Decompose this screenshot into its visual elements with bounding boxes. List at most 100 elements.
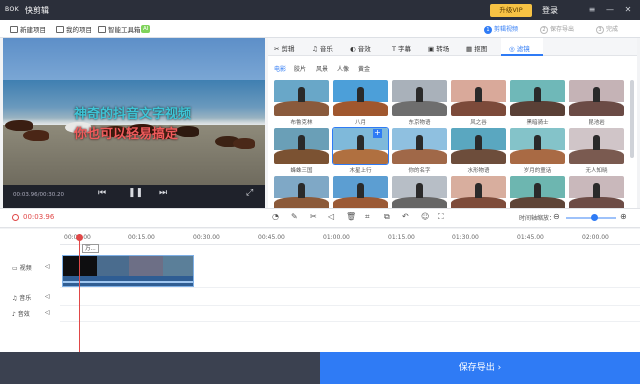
pen-icon[interactable]: ✎ (291, 212, 298, 221)
delete-icon[interactable]: 🗑 (346, 212, 356, 221)
playhead[interactable] (79, 234, 80, 352)
filter-thumbnail[interactable] (274, 80, 329, 116)
lane-divider (60, 305, 640, 306)
ai-crop-icon[interactable]: ⛶ (438, 212, 444, 222)
filter-figure (416, 183, 423, 198)
tab-transition[interactable]: ▣ 转场 (428, 43, 449, 53)
zoom-slider-handle[interactable] (591, 214, 598, 221)
tab-edit[interactable]: ✂ 剪辑 (274, 43, 295, 53)
close-icon[interactable]: ✕ (622, 4, 634, 16)
save-export-button[interactable]: 保存导出 › (320, 352, 640, 384)
copy-icon[interactable]: ⧉ (384, 212, 390, 222)
filter-thumbnail[interactable] (392, 176, 447, 212)
tab-filter[interactable]: ◎ 滤镜 (509, 43, 530, 53)
ruler-tick-label: 00:30.00 (193, 234, 220, 241)
tab-matting[interactable]: ▦ 抠图 (466, 43, 487, 53)
filter-thumbnail[interactable] (274, 128, 329, 164)
filter-scrollbar[interactable] (630, 80, 634, 158)
filter-cat-landscape[interactable]: 风景 (316, 64, 328, 73)
ruler-tick-label: 01:45.00 (517, 234, 544, 241)
speed-icon[interactable]: ◔ (272, 212, 279, 221)
filter-thumbnail[interactable] (392, 128, 447, 164)
filter-thumbnail[interactable] (510, 80, 565, 116)
filter-thumbnail[interactable] (451, 80, 506, 116)
crop-icon[interactable]: ⌗ (365, 212, 370, 222)
filter-thumbnail[interactable] (333, 176, 388, 212)
filter-label: 蜂蛛三国 (290, 168, 313, 174)
playhead-handle[interactable] (76, 234, 83, 241)
filter-rock (451, 100, 506, 116)
next-frame-icon[interactable]: ⏭ (159, 188, 167, 198)
video-sky (3, 38, 265, 80)
video-volume-icon[interactable]: ◁ (45, 263, 50, 270)
tab-subtitle[interactable]: T 字幕 (392, 43, 411, 53)
filter-cat-gold[interactable]: 黄金 (358, 64, 370, 73)
filter-thumbnail[interactable] (569, 128, 624, 164)
filter-rock (392, 148, 447, 164)
video-clip[interactable] (62, 255, 194, 287)
filter-cat-film[interactable]: 胶片 (294, 64, 306, 73)
menu-icon[interactable]: ≡ (586, 4, 598, 16)
clock-icon (12, 214, 19, 221)
cut-icon[interactable]: ✂ (310, 212, 317, 221)
filter-label: 无人知晓 (585, 168, 608, 174)
ruler-tick-label: 01:15.00 (388, 234, 415, 241)
ruler-tick-label: 01:00.00 (323, 234, 350, 241)
fullscreen-icon[interactable]: ⤢ (246, 188, 253, 198)
filter-thumbnail[interactable] (510, 128, 565, 164)
horse (233, 138, 255, 149)
sfx-volume-icon[interactable]: ◁ (45, 309, 50, 316)
filter-thumbnail[interactable] (392, 80, 447, 116)
filter-thumbnail[interactable] (451, 128, 506, 164)
horse (175, 126, 199, 137)
chevron-right-icon: › (497, 363, 502, 373)
filter-thumbnail[interactable] (569, 176, 624, 212)
zoom-out-icon[interactable]: ⊖ (553, 212, 560, 221)
upgrade-vip-button[interactable]: 升级VIP (490, 4, 532, 17)
prev-frame-icon[interactable]: ⏮ (98, 188, 106, 198)
tab-sfx[interactable]: ◐ 音效 (350, 43, 371, 53)
horse (23, 130, 49, 141)
filter-thumbnail[interactable] (333, 80, 388, 116)
filter-thumbnail[interactable] (510, 176, 565, 212)
subtitle-line-2[interactable]: 你也可以轻易搞定 (74, 123, 178, 142)
folder-icon (56, 26, 64, 33)
filter-thumbnail[interactable] (569, 80, 624, 116)
filter-figure (475, 183, 482, 198)
tab-music[interactable]: ♫ 音乐 (312, 43, 333, 53)
filter-thumbnail[interactable] (274, 176, 329, 212)
waveform-line (63, 281, 193, 283)
add-filter-icon[interactable]: + (373, 129, 382, 138)
toolbox-icon (98, 26, 106, 33)
smart-tools-button[interactable]: 智能工具箱 (98, 24, 141, 34)
step-edit: 1 剪辑视频 (484, 24, 518, 34)
filter-figure (357, 183, 364, 198)
filter-cat-portrait[interactable]: 人像 (337, 64, 349, 73)
track-music: ♫ 音乐 (12, 295, 32, 302)
minimize-icon[interactable]: — (604, 4, 616, 16)
my-projects-button[interactable]: 我的项目 (56, 24, 92, 34)
filter-rock (392, 100, 447, 116)
filter-rock (274, 148, 329, 164)
play-pause-icon[interactable]: ❚❚ (128, 188, 143, 198)
music-volume-icon[interactable]: ◁ (45, 293, 50, 300)
filter-cat-movie[interactable]: 电影 (274, 64, 286, 73)
login-button[interactable]: 登录 (542, 5, 558, 16)
subtitle-line-1[interactable]: 神奇的抖音文字视频 (74, 103, 191, 122)
undo-icon[interactable]: ↶ (402, 212, 409, 221)
filter-figure (593, 183, 600, 198)
filter-rock (333, 148, 388, 164)
sticker-icon[interactable]: ☺ (421, 212, 429, 221)
app-name: 快剪辑 (25, 6, 49, 15)
filter-rock (569, 148, 624, 164)
filter-figure (593, 135, 600, 150)
filter-thumbnail[interactable] (451, 176, 506, 212)
filter-figure (298, 87, 305, 102)
filter-label: 你的名字 (408, 168, 431, 174)
filter-rock (451, 148, 506, 164)
zoom-in-icon[interactable]: ⊕ (620, 212, 627, 221)
clip-thumb (97, 256, 129, 276)
volume-icon[interactable]: ◁ (328, 212, 334, 221)
transition-icon: ▣ (428, 45, 437, 53)
new-project-button[interactable]: 新建项目 (10, 24, 46, 34)
